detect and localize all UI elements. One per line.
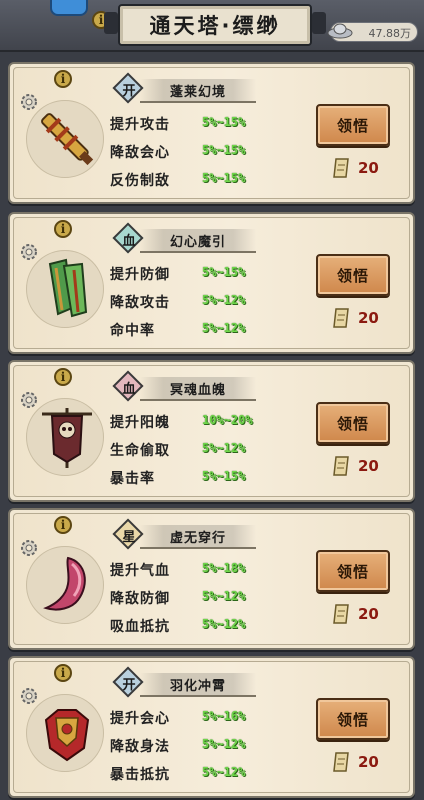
skill-name: 冥魂血魄 [140,377,256,401]
info-icon[interactable]: i [54,70,72,88]
silver-ingot-icon [327,23,353,39]
stat-list: 提升会心 5%~16% 降敌身法 5%~12% 暴击抵抗 5%~12% [110,704,310,788]
scroll-icon [333,456,349,476]
cost-amount: 20 [358,605,379,623]
cost-amount: 20 [358,457,379,475]
stat-row: 降敌身法 5%~12% [110,737,246,755]
stat-list: 提升防御 5%~15% 降敌攻击 5%~12% 命中率 5%~12% [110,260,310,344]
cost-display: 20 [332,156,402,182]
skill-name: 幻心魔引 [140,229,256,253]
skill-name: 虚无穿行 [140,525,256,549]
cost-amount: 20 [358,159,379,177]
stat-row: 暴击率 5%~15% [110,469,246,487]
cost-amount: 20 [358,309,379,327]
comprehend-button[interactable]: 领悟 [316,550,390,592]
currency-display: 47.88万 [327,22,418,42]
stat-row: 暴击抵抗 5%~12% [110,765,246,783]
stat-list: 提升攻击 5%~15% 降敌会心 5%~15% 反伤制敌 5%~15% [110,110,310,194]
scroll-icon [333,308,349,328]
currency-amount: 47.88万 [368,27,412,40]
skull-banner-icon [42,408,92,468]
stat-row: 生命偷取 5%~12% [110,441,246,459]
info-icon[interactable]: i [54,368,72,386]
stat-row: 降敌防御 5%~12% [110,589,246,607]
stat-row: 降敌攻击 5%~12% [110,293,246,311]
skill-name: 蓬莱幻境 [140,79,256,103]
comprehend-button[interactable]: 领悟 [316,698,390,740]
top-bar: i 通天塔·缥缈 47.88万 [0,0,424,52]
comprehend-button[interactable]: 领悟 [316,104,390,146]
stat-list: 提升气血 5%~18% 降敌防御 5%~12% 吸血抵抗 5%~12% [110,556,310,640]
stat-row: 提升会心 5%~16% [110,709,246,727]
stat-row: 吸血抵抗 5%~12% [110,617,246,635]
skill-card-penglai: i 开 蓬莱幻境 提升攻击 5%~15% 降敌会心 5%~15% 反伤制敌 5%~15… [8,62,415,204]
green-banner-icon [48,258,88,318]
horn-icon [43,556,86,611]
scroll-icon [333,604,349,624]
back-button[interactable] [50,0,88,16]
comprehend-button[interactable]: 领悟 [316,254,390,296]
info-icon[interactable]: i [54,220,72,238]
stat-row: 降敌会心 5%~15% [110,143,246,161]
cost-display: 20 [332,602,402,628]
skill-card-minghun: i 血 冥魂血魄 提升阳魄 10%~20% 生命偷取 5%~12% 暴击率 5%~15… [8,360,415,502]
cost-amount: 20 [358,753,379,771]
golden-whip-icon [41,113,94,166]
info-icon[interactable]: i [54,516,72,534]
stat-row: 提升防御 5%~15% [110,265,246,283]
scroll-icon [333,752,349,772]
red-armor-icon [44,709,90,762]
cost-display: 20 [332,454,402,480]
skill-card-xuwu: i 星 虚无穿行 提升气血 5%~18% 降敌防御 5%~12% 吸血抵抗 5%~12… [8,508,415,650]
info-icon[interactable]: i [54,664,72,682]
stat-row: 提升阳魄 10%~20% [110,413,253,431]
scroll-icon [333,158,349,178]
skill-card-huanxin: i 血 幻心魔引 提升防御 5%~15% 降敌攻击 5%~12% 命中率 5%~12%… [8,212,415,354]
cost-display: 20 [332,306,402,332]
cost-display: 20 [332,750,402,776]
comprehend-button[interactable]: 领悟 [316,402,390,444]
stat-row: 命中率 5%~12% [110,321,246,339]
page-title: 通天塔·缥缈 [104,4,326,46]
stat-list: 提升阳魄 10%~20% 生命偷取 5%~12% 暴击率 5%~15% [110,408,310,492]
stat-row: 提升气血 5%~18% [110,561,246,579]
stat-row: 反伤制敌 5%~15% [110,171,246,189]
skill-name: 羽化冲霄 [140,673,256,697]
stat-row: 提升攻击 5%~15% [110,115,246,133]
skill-card-yuhua: i 开 羽化冲霄 提升会心 5%~16% 降敌身法 5%~12% 暴击抵抗 5%~12… [8,656,415,798]
